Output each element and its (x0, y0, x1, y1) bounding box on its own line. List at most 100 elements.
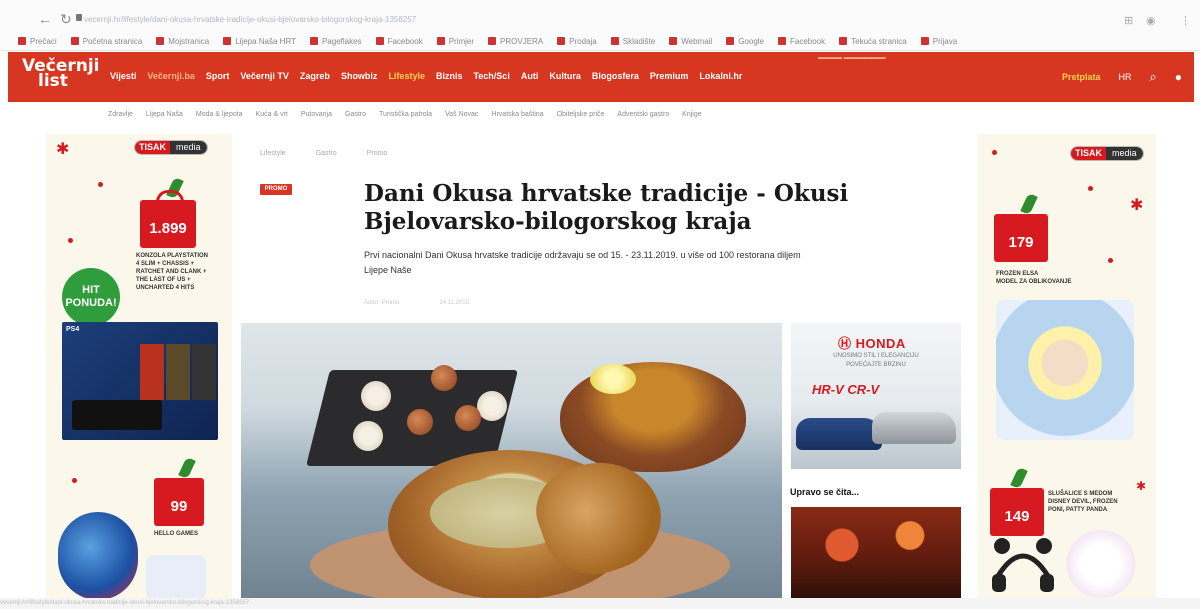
bookmark-item[interactable]: Početna stranica (70, 36, 142, 46)
bookmark-label: Primjer (448, 36, 475, 46)
nav-item[interactable]: Sport (206, 71, 230, 81)
brand-tisak: TISAK (1071, 147, 1106, 160)
nav-item[interactable]: Večernji.ba (147, 71, 195, 81)
sub-nav: Zdravlje Lijepa Naša Moda & ljepota Kuća & … (108, 111, 702, 118)
bookmark-label: Prečaci (30, 36, 57, 46)
subnav-item[interactable]: Vaš Novac (445, 111, 478, 118)
bookmark-label: Facebook (790, 36, 826, 46)
nav-item[interactable]: Showbiz (341, 71, 378, 81)
bookmark-item[interactable]: Prijava (920, 36, 958, 46)
honda-logo: Ⓗ HONDA (838, 333, 906, 352)
back-icon[interactable]: ← (38, 11, 52, 27)
site-logo[interactable]: Večernji list (22, 58, 100, 90)
lemon-slice (590, 364, 636, 394)
subnav-item[interactable]: Obiteljske priče (557, 111, 605, 118)
menu-icon[interactable]: ⋮ (1180, 14, 1191, 27)
search-icon[interactable]: ⌕ (1149, 69, 1156, 85)
breadcrumb-item[interactable]: Gastro (316, 150, 337, 157)
bookmark-item[interactable]: Lijepa Naša HRT (223, 36, 296, 46)
status-bar: vecernji.hr/lifestyle/dani-okusa-hrvatsk… (0, 598, 1200, 609)
promo-tag: PROMO (260, 184, 292, 195)
nav-item[interactable]: Auti (521, 71, 539, 81)
pastry (477, 391, 507, 421)
subnav-item[interactable]: Adventski gastro (617, 111, 669, 118)
bookmark-icon (920, 36, 929, 45)
nav-item[interactable]: Vijesti (110, 71, 136, 81)
honda-tagline: UNOSIMO STIL I ELEGANCIJU POVEĆAJTE BRZI… (833, 353, 919, 368)
bookmark-label: Prijava (932, 36, 958, 46)
subscribe-link[interactable]: Pretplata (1062, 72, 1101, 82)
bookmark-item[interactable]: Prečaci (18, 36, 57, 46)
game-box (140, 344, 164, 400)
bookmark-item[interactable]: Prodaja (557, 36, 597, 46)
lock-icon (76, 14, 82, 21)
decor-dot (1088, 186, 1093, 191)
trending-image[interactable] (791, 507, 961, 602)
breadcrumb: Lifestyle Gastro Promo (260, 150, 387, 157)
bookmark-icon (557, 36, 566, 45)
nav-item[interactable]: Tech/Sci (473, 71, 509, 81)
bookmark-item[interactable]: PROVJERA (488, 36, 543, 46)
honda-models: HR-V CR-V (812, 382, 880, 397)
bookmark-icon (436, 36, 445, 45)
subnav-item[interactable]: Turistička patrola (379, 111, 432, 118)
bookmark-item[interactable]: Primjer (436, 36, 475, 46)
user-icon[interactable]: ● (1175, 70, 1182, 84)
breadcrumb-item[interactable]: Promo (367, 150, 388, 157)
clay-pot (560, 362, 746, 472)
nav-item[interactable]: Večernji TV (240, 71, 289, 81)
address-bar[interactable]: vecernji.hr/lifestyle/dani-okusa-hrvatsk… (84, 12, 464, 28)
snowflake-icon: ✱ (56, 141, 70, 158)
subnav-item[interactable]: Moda & ljepota (196, 111, 243, 118)
bookmark-item[interactable]: Pageflakes (309, 36, 362, 46)
profile-icon[interactable]: ◉ (1146, 14, 1156, 27)
article-author: Autor: Promo (364, 300, 400, 306)
toy-product-image (58, 512, 138, 600)
subnav-item[interactable]: Putovanja (301, 111, 332, 118)
bookmark-label: Prodaja (569, 36, 597, 46)
browser-toolbar: ← ↻ vecernji.hr/lifestyle/dani-okusa-hrv… (0, 0, 1200, 51)
subnav-item[interactable]: Kuća & vrt (256, 111, 288, 118)
bookmark-item[interactable]: Webmail (669, 36, 712, 46)
subnav-item[interactable]: Zdravlje (108, 111, 133, 118)
nav-item[interactable]: Lifestyle (388, 71, 425, 81)
bookmark-item[interactable]: Tekuća stranica (839, 36, 907, 46)
article-hero-image[interactable] (241, 323, 782, 609)
subnav-item[interactable]: Knjige (682, 111, 701, 118)
pastry (353, 421, 383, 451)
headphones-image (992, 538, 1054, 592)
bookmark-item[interactable]: Facebook (778, 36, 826, 46)
nav-item[interactable]: Kultura (549, 71, 581, 81)
bookmark-label: Tekuća stranica (851, 36, 907, 46)
nav-item[interactable]: Biznis (436, 71, 463, 81)
pastry (431, 365, 457, 391)
pastry (361, 381, 391, 411)
bookmarks-bar: Prečaci Početna stranica Mojstranica Lijepa… (18, 34, 957, 48)
bookmark-item[interactable]: Facebook (375, 36, 423, 46)
main-nav: Vijesti Večernji.ba Sport Večernji TV Zagreb… (110, 71, 742, 81)
trending-heading: Upravo se čita... (790, 487, 860, 497)
reload-icon[interactable]: ↻ (60, 11, 72, 28)
honda-logo-text: HONDA (855, 336, 906, 351)
breadcrumb-item[interactable]: Lifestyle (260, 150, 286, 157)
bookmark-icon (70, 36, 79, 45)
bookmark-item[interactable]: Skladište (610, 36, 655, 46)
subnav-item[interactable]: Hrvatska baština (491, 111, 543, 118)
bookmark-item[interactable]: Mojstranica (156, 36, 209, 46)
bookmark-icon (223, 36, 232, 45)
subnav-item[interactable]: Gastro (345, 111, 366, 118)
ad-desc-left-2: HELLO GAMES (154, 531, 199, 537)
nav-item[interactable]: Lokalni.hr (699, 71, 742, 81)
bookmark-icon (375, 36, 384, 45)
subnav-item[interactable]: Lijepa Naša (146, 111, 183, 118)
extension-icon[interactable]: ⊞ (1124, 14, 1133, 27)
top-stripe-text: ▬▬▬▬ ▬▬▬▬▬▬▬ (818, 55, 886, 61)
nav-item[interactable]: Zagreb (300, 71, 330, 81)
lang-switch[interactable]: HR (1118, 72, 1131, 82)
nav-item[interactable]: Blogosfera (592, 71, 639, 81)
nav-item[interactable]: Premium (650, 71, 689, 81)
bookmark-label: Google (738, 36, 764, 46)
bookmark-item[interactable]: Google (726, 36, 764, 46)
decor-dot (98, 182, 103, 187)
decor-dot (992, 150, 997, 155)
